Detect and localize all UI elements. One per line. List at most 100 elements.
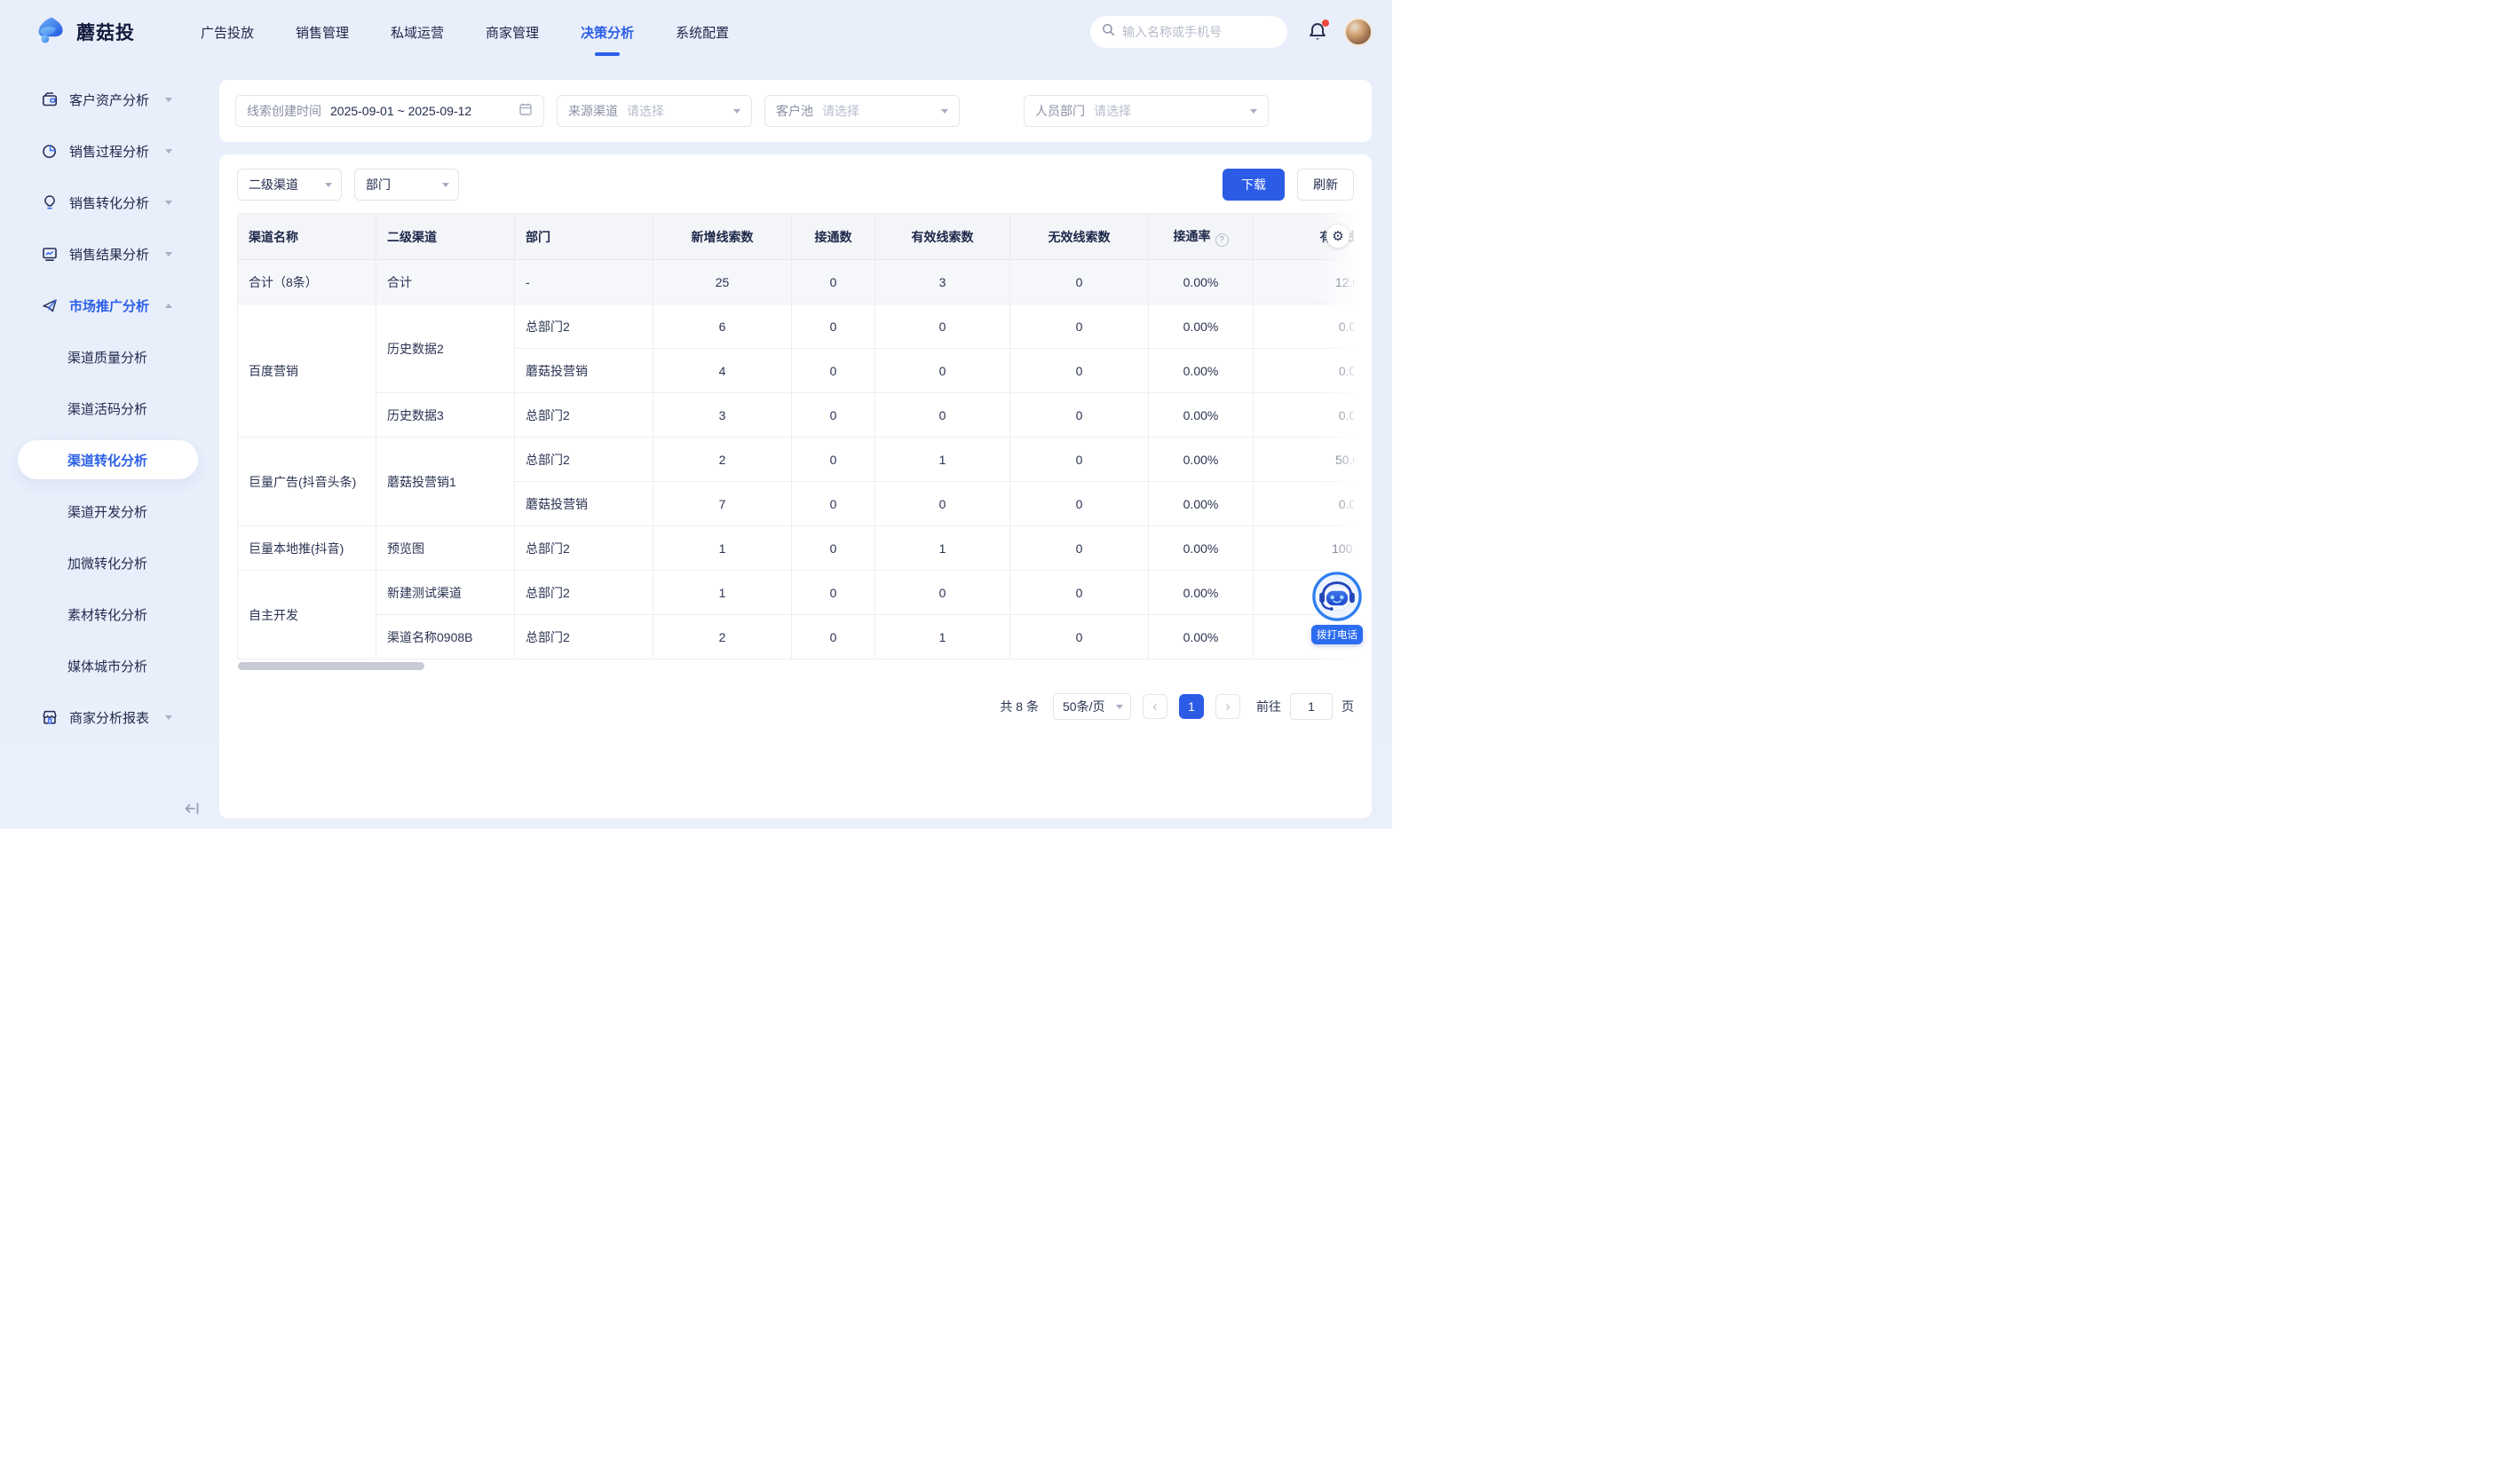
table-row: 巨量广告(抖音头条) 蘑菇投营销1 总部门2 2 0 1 0 0.00% 50.… xyxy=(238,438,1355,482)
department-select[interactable]: 部门 xyxy=(354,169,459,201)
chevron-down-icon xyxy=(442,183,449,187)
sidebar-item-channel-quality[interactable]: 渠道质量分析 xyxy=(0,331,218,383)
top-nav: 广告投放 销售管理 私域运营 商家管理 决策分析 系统配置 xyxy=(201,18,771,47)
col-secondary-channel: 二级渠道 xyxy=(376,214,515,260)
table-viewport: ⚙ 渠道名称 二级渠道 部门 新增线索数 xyxy=(237,213,1354,659)
chevron-up-icon xyxy=(165,304,172,308)
sidebar-item-market-promotion[interactable]: 市场推广分析 xyxy=(0,280,218,331)
chevron-down-icon xyxy=(165,715,172,720)
chevron-down-icon xyxy=(165,149,172,154)
table-row: 自主开发 新建测试渠道 总部门2 1 0 0 0 0.00% 0.00 xyxy=(238,571,1355,615)
search-icon xyxy=(1102,23,1115,41)
horizontal-scrollbar xyxy=(237,662,1354,670)
goto-label: 前往 xyxy=(1256,698,1281,715)
chevron-down-icon xyxy=(165,98,172,102)
table-header-row: 渠道名称 二级渠道 部门 新增线索数 接通数 有效线索数 无效线索数 接通率? xyxy=(238,214,1355,260)
col-department: 部门 xyxy=(515,214,653,260)
logo-text: 蘑菇投 xyxy=(76,19,135,45)
monitor-chart-icon xyxy=(41,245,59,263)
sidebar: 客户资产分析 销售过程分析 xyxy=(0,64,218,829)
nav-merchant-management[interactable]: 商家管理 xyxy=(486,18,539,47)
lightbulb-icon xyxy=(41,193,59,211)
call-assistant-widget[interactable]: 拨打电话 xyxy=(1310,571,1364,644)
nav-ad-delivery[interactable]: 广告投放 xyxy=(201,18,254,47)
search-input[interactable] xyxy=(1122,25,1273,39)
nav-private-domain[interactable]: 私域运营 xyxy=(391,18,444,47)
sidebar-item-channel-development[interactable]: 渠道开发分析 xyxy=(0,485,218,537)
nav-active-underline xyxy=(595,52,620,56)
col-new-leads: 新增线索数 xyxy=(653,214,792,260)
staff-dept-filter[interactable]: 人员部门 请选择 xyxy=(1024,95,1269,127)
table-row: 历史数据3 总部门2 3 0 0 0 0.00% 0.00 xyxy=(238,393,1355,438)
col-valid-leads: 有效线索数 xyxy=(875,214,1010,260)
column-settings-gear-icon[interactable]: ⚙ xyxy=(1326,225,1349,248)
table-summary-row: 合计（8条） 合计 - 25 0 3 0 0.00% 12.00 xyxy=(238,260,1355,304)
main-content: 线索创建时间 2025-09-01 ~ 2025-09-12 来源渠道 请选择 xyxy=(218,64,1392,829)
table-toolbar: 二级渠道 部门 下载 刷新 xyxy=(237,169,1354,201)
chevron-down-icon xyxy=(325,183,332,187)
col-connected: 接通数 xyxy=(792,214,875,260)
col-connect-rate: 接通率? xyxy=(1149,214,1254,260)
chevron-down-icon xyxy=(733,109,740,114)
sidebar-item-sales-results[interactable]: 销售结果分析 xyxy=(0,228,218,280)
sidebar-item-channel-conversion[interactable]: 渠道转化分析 xyxy=(0,434,218,485)
chevron-down-icon xyxy=(165,252,172,257)
data-table-card: 二级渠道 部门 下载 刷新 ⚙ xyxy=(219,154,1372,818)
sidebar-item-customer-assets[interactable]: 客户资产分析 xyxy=(0,74,218,125)
chevron-down-icon xyxy=(941,109,948,114)
calendar-icon xyxy=(518,102,533,121)
top-header: 蘑菇投 广告投放 销售管理 私域运营 商家管理 决策分析 系统配置 xyxy=(0,0,1392,64)
refresh-button[interactable]: 刷新 xyxy=(1297,169,1354,201)
notification-bell[interactable] xyxy=(1307,21,1328,43)
app-page: 蘑菇投 广告投放 销售管理 私域运营 商家管理 决策分析 系统配置 xyxy=(0,0,1392,829)
sidebar-collapse-button[interactable] xyxy=(180,799,203,818)
sidebar-item-channel-livecode[interactable]: 渠道活码分析 xyxy=(0,383,218,434)
sidebar-item-material-conversion[interactable]: 素材转化分析 xyxy=(0,588,218,640)
table-row: 巨量本地推(抖音) 预览图 总部门2 1 0 1 0 0.00% 100.00 xyxy=(238,526,1355,571)
col-channel-name: 渠道名称 xyxy=(238,214,376,260)
page-unit-label: 页 xyxy=(1341,698,1354,715)
storefront-icon xyxy=(41,708,59,726)
table-row: 百度营销 历史数据2 总部门2 6 0 0 0 0.00% 0.00 xyxy=(238,304,1355,349)
col-invalid-leads: 无效线索数 xyxy=(1010,214,1149,260)
pagination: 共 8 条 50条/页 ‹ 1 › 前往 页 xyxy=(237,693,1354,720)
nav-decision-analysis[interactable]: 决策分析 xyxy=(581,18,634,47)
sidebar-item-media-city[interactable]: 媒体城市分析 xyxy=(0,640,218,691)
nav-sales-management[interactable]: 销售管理 xyxy=(296,18,349,47)
download-button[interactable]: 下载 xyxy=(1223,169,1285,201)
pagination-total: 共 8 条 xyxy=(1000,698,1039,715)
robot-icon xyxy=(1311,611,1363,626)
table-row: 渠道名称0908B 总部门2 2 0 1 0 0.00% 50.00 xyxy=(238,615,1355,659)
next-page-button[interactable]: › xyxy=(1215,694,1240,719)
sidebar-item-wechat-conversion[interactable]: 加微转化分析 xyxy=(0,537,218,588)
sidebar-item-sales-conversion[interactable]: 销售转化分析 xyxy=(0,177,218,228)
chevron-down-icon xyxy=(1116,705,1123,709)
sidebar-item-sales-process[interactable]: 销售过程分析 xyxy=(0,125,218,177)
pie-chart-icon xyxy=(41,142,59,160)
notification-badge xyxy=(1322,20,1329,27)
global-search[interactable] xyxy=(1090,16,1287,48)
nav-system-config[interactable]: 系统配置 xyxy=(676,18,729,47)
logo-icon xyxy=(36,14,67,51)
help-icon: ? xyxy=(1215,233,1229,247)
date-range-filter[interactable]: 线索创建时间 2025-09-01 ~ 2025-09-12 xyxy=(235,95,544,127)
channel-conversion-table: 渠道名称 二级渠道 部门 新增线索数 接通数 有效线索数 无效线索数 接通率? xyxy=(237,213,1354,659)
prev-page-button[interactable]: ‹ xyxy=(1143,694,1167,719)
customer-pool-filter[interactable]: 客户池 请选择 xyxy=(764,95,960,127)
horizontal-scrollbar-thumb[interactable] xyxy=(238,662,424,670)
app-logo[interactable]: 蘑菇投 xyxy=(36,14,135,51)
source-channel-filter[interactable]: 来源渠道 请选择 xyxy=(557,95,752,127)
filter-bar: 线索创建时间 2025-09-01 ~ 2025-09-12 来源渠道 请选择 xyxy=(219,80,1372,142)
page-size-select[interactable]: 50条/页 xyxy=(1053,693,1131,720)
sidebar-item-merchant-reports[interactable]: 商家分析报表 xyxy=(0,691,218,743)
page-number-1[interactable]: 1 xyxy=(1179,694,1204,719)
wallet-icon xyxy=(41,91,59,108)
date-range-value: 2025-09-01 ~ 2025-09-12 xyxy=(330,104,471,118)
goto-page-input[interactable] xyxy=(1290,693,1333,720)
main-layout: 客户资产分析 销售过程分析 xyxy=(0,64,1392,829)
secondary-channel-select[interactable]: 二级渠道 xyxy=(237,169,342,201)
user-avatar[interactable] xyxy=(1344,18,1373,46)
call-assistant-label: 拨打电话 xyxy=(1311,625,1363,644)
paper-plane-icon xyxy=(41,296,59,314)
chevron-down-icon xyxy=(165,201,172,205)
